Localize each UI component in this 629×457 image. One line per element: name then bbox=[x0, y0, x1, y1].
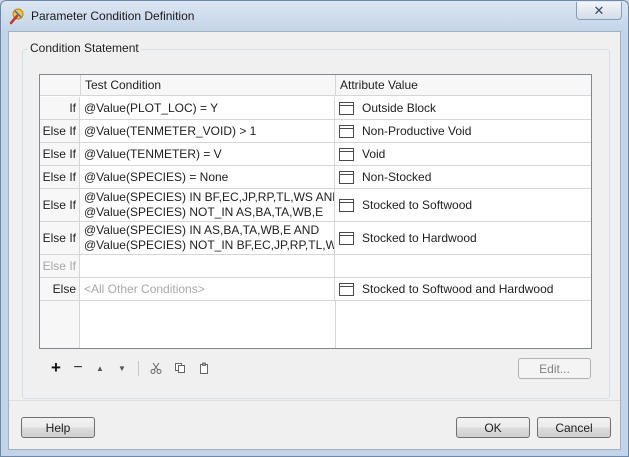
row-label: Else If bbox=[40, 255, 80, 277]
header-test-condition[interactable]: Test Condition bbox=[81, 75, 336, 95]
text-value-icon bbox=[339, 231, 354, 245]
row-label: Else If bbox=[40, 143, 80, 165]
test-condition-cell[interactable]: @Value(SPECIES) IN AS,BA,TA,WB,E AND @Val… bbox=[81, 222, 335, 254]
condition-row[interactable]: Else If @Value(SPECIES) IN AS,BA,TA,WB,E … bbox=[40, 222, 591, 255]
attribute-value-cell[interactable]: Non-Stocked bbox=[336, 166, 591, 188]
condition-row[interactable]: Else If @Value(TENMETER) = V Void bbox=[40, 143, 591, 166]
text-value-icon bbox=[339, 170, 354, 184]
row-label: Else If bbox=[40, 189, 80, 221]
dialog-body: Condition Statement Test Condition Attri… bbox=[8, 31, 621, 450]
condition-text: @Value(TENMETER) = V bbox=[84, 146, 222, 161]
plus-icon: + bbox=[51, 358, 61, 377]
attribute-value-cell[interactable]: Non-Productive Void bbox=[336, 120, 591, 142]
copy-icon bbox=[175, 363, 185, 373]
row-label: If bbox=[40, 97, 80, 119]
window-title: Parameter Condition Definition bbox=[31, 9, 195, 23]
attribute-value-text: Outside Block bbox=[362, 101, 437, 115]
test-condition-cell[interactable]: @Value(SPECIES) = None bbox=[81, 166, 335, 188]
condition-text: @Value(SPECIES) NOT_IN BF,EC,JP,RP,TL,WS bbox=[84, 238, 335, 252]
column-divider bbox=[335, 301, 336, 348]
attribute-value-text: Non-Stocked bbox=[362, 170, 432, 184]
attribute-value-text: Non-Productive Void bbox=[362, 124, 472, 138]
add-row-button[interactable]: + bbox=[46, 358, 66, 378]
paste-button[interactable] bbox=[194, 358, 214, 378]
test-condition-cell[interactable]: @Value(SPECIES) IN BF,EC,JP,RP,TL,WS AND… bbox=[81, 189, 335, 221]
condition-text: @Value(SPECIES) = None bbox=[84, 169, 229, 184]
row-label: Else If bbox=[40, 222, 80, 254]
clipboard-icon bbox=[200, 362, 208, 374]
attribute-value-text: Stocked to Hardwood bbox=[362, 231, 477, 245]
text-value-icon bbox=[339, 282, 354, 296]
corner-header bbox=[40, 75, 81, 95]
attribute-value-cell[interactable]: Stocked to Hardwood bbox=[336, 222, 591, 254]
cut-button[interactable] bbox=[146, 358, 166, 378]
condition-row[interactable]: Else If @Value(SPECIES) IN BF,EC,JP,RP,TL… bbox=[40, 189, 591, 222]
condition-text: @Value(TENMETER_VOID) > 1 bbox=[84, 123, 257, 138]
row-label: Else If bbox=[40, 166, 80, 188]
condition-grid: Test Condition Attribute Value If @Value(… bbox=[39, 74, 592, 349]
empty-row-header-area bbox=[40, 301, 80, 348]
row-label: Else If bbox=[40, 120, 80, 142]
close-icon: ✕ bbox=[593, 3, 605, 18]
test-condition-cell[interactable]: @Value(TENMETER_VOID) > 1 bbox=[81, 120, 335, 142]
row-label: Else bbox=[40, 278, 80, 300]
minus-icon: − bbox=[73, 359, 83, 376]
fme-app-icon bbox=[9, 8, 24, 25]
condition-row[interactable]: Else If @Value(SPECIES) = None Non-Stocked bbox=[40, 166, 591, 189]
arrow-up-icon: ▲ bbox=[96, 363, 104, 373]
condition-text: @Value(SPECIES) NOT_IN AS,BA,TA,WB,E bbox=[84, 205, 324, 219]
condition-text: <All Other Conditions> bbox=[84, 281, 205, 296]
attribute-value-cell[interactable]: Void bbox=[336, 143, 591, 165]
title-bar[interactable]: Parameter Condition Definition ✕ bbox=[1, 1, 628, 31]
toolbar-separator bbox=[138, 361, 139, 376]
attribute-value-text: Void bbox=[362, 147, 386, 161]
group-legend: Condition Statement bbox=[28, 41, 141, 55]
button-separator bbox=[9, 400, 620, 401]
grid-body: Test Condition Attribute Value If @Value(… bbox=[40, 75, 591, 348]
condition-row[interactable]: Else <All Other Conditions> Stocked to Sof… bbox=[40, 278, 591, 301]
copy-button[interactable] bbox=[170, 358, 190, 378]
header-attribute-value[interactable]: Attribute Value bbox=[336, 75, 591, 95]
attribute-value-cell[interactable] bbox=[336, 255, 591, 277]
grid-header: Test Condition Attribute Value bbox=[40, 75, 591, 96]
condition-row[interactable]: If @Value(PLOT_LOC) = Y Outside Block bbox=[40, 97, 591, 120]
help-button[interactable]: Help bbox=[21, 417, 95, 438]
text-value-icon bbox=[339, 101, 354, 115]
condition-row[interactable]: Else If bbox=[40, 255, 591, 278]
test-condition-cell[interactable]: @Value(PLOT_LOC) = Y bbox=[81, 97, 335, 119]
test-condition-cell[interactable] bbox=[81, 255, 335, 277]
attribute-value-text: Stocked to Softwood and Hardwood bbox=[362, 282, 554, 296]
test-condition-cell[interactable]: <All Other Conditions> bbox=[81, 278, 335, 300]
arrow-down-icon: ▼ bbox=[118, 363, 126, 373]
condition-text: @Value(SPECIES) IN BF,EC,JP,RP,TL,WS AND bbox=[84, 190, 335, 204]
cancel-button[interactable]: Cancel bbox=[537, 417, 611, 438]
close-button[interactable]: ✕ bbox=[576, 2, 622, 20]
attribute-value-cell[interactable]: Stocked to Softwood bbox=[336, 189, 591, 221]
text-value-icon bbox=[339, 147, 354, 161]
move-up-button[interactable]: ▲ bbox=[90, 358, 110, 378]
text-value-icon bbox=[339, 124, 354, 138]
move-down-button[interactable]: ▼ bbox=[112, 358, 132, 378]
attribute-value-cell[interactable]: Stocked to Softwood and Hardwood bbox=[336, 278, 591, 300]
attribute-value-cell[interactable]: Outside Block bbox=[336, 97, 591, 119]
test-condition-cell[interactable]: @Value(TENMETER) = V bbox=[81, 143, 335, 165]
ok-button[interactable]: OK bbox=[456, 417, 530, 438]
remove-row-button[interactable]: − bbox=[68, 358, 88, 378]
dialog-window: Parameter Condition Definition ✕ Conditi… bbox=[0, 0, 629, 457]
condition-row[interactable]: Else If @Value(TENMETER_VOID) > 1 Non-Prod… bbox=[40, 120, 591, 143]
condition-text: @Value(SPECIES) IN AS,BA,TA,WB,E AND bbox=[84, 223, 320, 237]
scissors-icon bbox=[150, 362, 162, 374]
condition-text: @Value(PLOT_LOC) = Y bbox=[84, 100, 219, 115]
attribute-value-text: Stocked to Softwood bbox=[362, 198, 473, 212]
text-value-icon bbox=[339, 198, 354, 212]
edit-button[interactable]: Edit... bbox=[518, 358, 591, 379]
